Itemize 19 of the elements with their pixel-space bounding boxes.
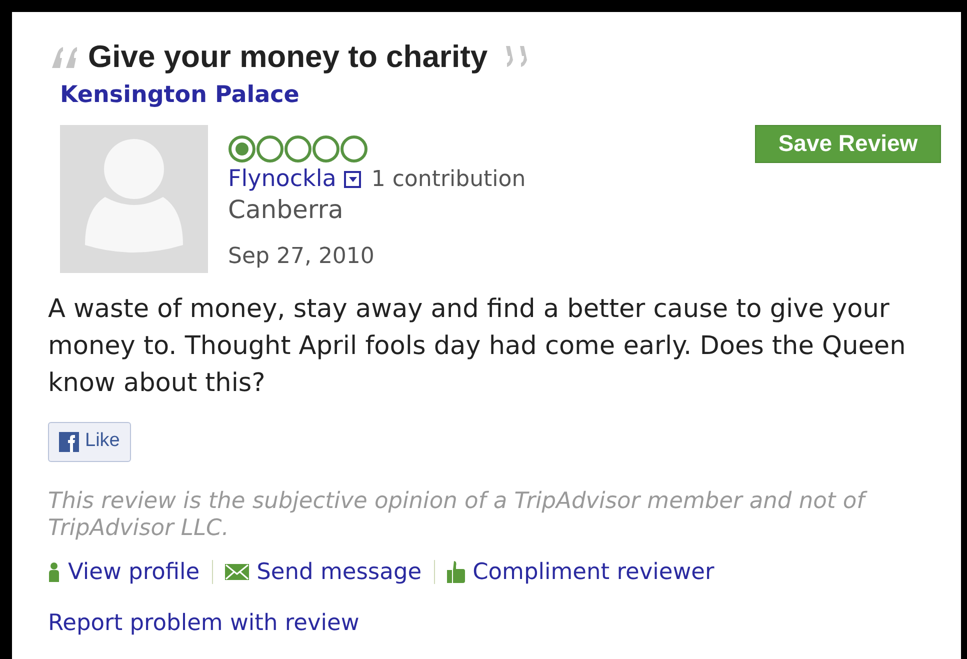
avatar-icon — [60, 124, 208, 272]
reviewer-location: Canberra — [228, 196, 344, 224]
report-link[interactable]: Report problem with review — [48, 607, 941, 641]
person-icon — [48, 562, 60, 582]
reviewer-name-link[interactable]: Flynockla — [228, 165, 336, 193]
place-link[interactable]: Kensington Palace — [60, 78, 941, 112]
envelope-icon — [224, 564, 249, 580]
like-button[interactable]: Like — [48, 422, 131, 462]
contribution-count: 1 contribution — [371, 166, 526, 194]
disclaimer-text: This review is the subjective opinion of a TripAdvisor member and not of TripAdvisor LLC. — [48, 488, 928, 542]
action-link[interactable]: Send message — [224, 556, 422, 590]
dropdown-icon[interactable] — [344, 170, 362, 188]
review-text: A waste of money, stay away and find a better cause to give your money to. Thought April fools day had come early. Does the Queen know about this? — [48, 292, 907, 400]
thumbs-up-icon — [446, 561, 465, 584]
facebook-icon — [59, 432, 79, 452]
review-title: Give your money to charity — [88, 40, 488, 74]
review-date: Sep 27, 2010 — [228, 242, 376, 270]
action-link[interactable]: View profile — [48, 556, 200, 590]
action-link[interactable]: Compliment reviewer — [446, 556, 714, 590]
